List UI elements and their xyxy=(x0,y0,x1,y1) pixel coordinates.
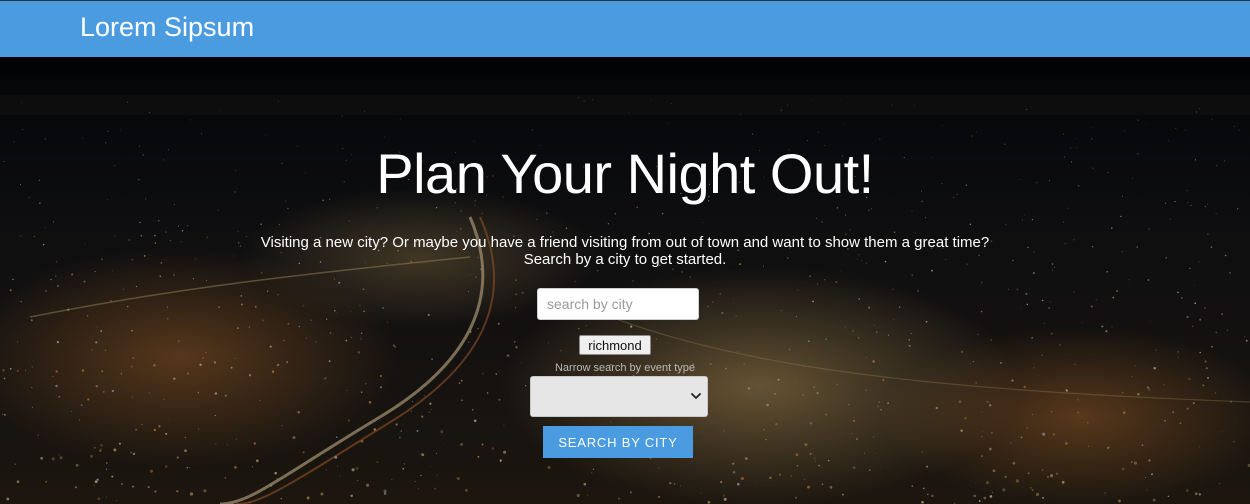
hero-content: Plan Your Night Out! Visiting a new city… xyxy=(0,57,1250,504)
search-by-city-button[interactable]: SEARCH BY CITY xyxy=(543,426,693,458)
recent-city-button[interactable]: richmond xyxy=(579,335,651,355)
page: Lorem Sipsum Plan Your Night Out! Visiti… xyxy=(0,0,1250,504)
page-title: Plan Your Night Out! xyxy=(376,142,874,205)
city-search-input[interactable] xyxy=(537,288,699,320)
event-type-select[interactable] xyxy=(530,376,708,417)
intro-line-1: Visiting a new city? Or maybe you have a… xyxy=(260,234,990,251)
intro-line-2: Search by a city to get started. xyxy=(523,251,727,268)
navbar: Lorem Sipsum xyxy=(0,0,1250,57)
event-type-label: Narrow search by event type xyxy=(554,362,695,374)
intro-text: Visiting a new city? Or maybe you have a… xyxy=(0,234,1250,268)
chevron-down-icon xyxy=(691,393,701,399)
brand-logo-link[interactable]: Lorem Sipsum xyxy=(80,12,254,43)
